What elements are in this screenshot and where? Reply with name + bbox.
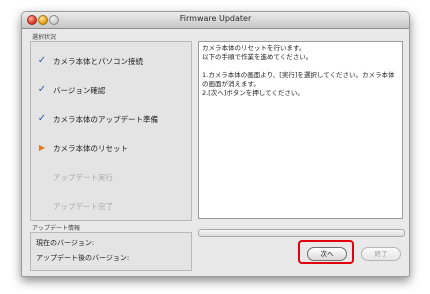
step-run-update: アップデート実行 (31, 171, 191, 183)
window-title: Firmware Updater (179, 14, 252, 23)
title-bar[interactable]: Firmware Updater (22, 12, 409, 29)
step-label: アップデート実行 (53, 173, 113, 182)
step-label: カメラ本体とパソコン接続 (53, 57, 143, 66)
check-icon: ✓ (37, 113, 47, 124)
step-label: カメラ本体のリセット (53, 144, 128, 153)
updated-version-label: アップデート後のバージョン: (36, 254, 130, 262)
step-label: カメラ本体のアップデート準備 (53, 115, 158, 124)
step-connect-camera: ✓ カメラ本体とパソコン接続 (31, 55, 191, 67)
message-line: カメラ本体のリセットを行います。 (202, 44, 306, 52)
quit-button[interactable]: 終了 (361, 247, 401, 261)
steps-panel: ✓ カメラ本体とパソコン接続 ✓ バージョン確認 ✓ カメラ本体のアップデート準… (30, 41, 192, 221)
message-line: 1.カメラ本体の画面より、[実行]を選択してください。カメラ本体の画面が消えます… (202, 71, 395, 88)
instruction-text-area[interactable]: カメラ本体のリセットを行います。 以下の手順で作業を進めてください。 1.カメラ… (198, 41, 403, 219)
step-version-check: ✓ バージョン確認 (31, 84, 191, 96)
message-line: 以下の手順で作業を進めてください。 (202, 53, 313, 61)
message-line: 2.[次へ]ボタンを押してください。 (202, 89, 304, 97)
progress-bar (198, 229, 405, 237)
check-icon: ✓ (37, 55, 47, 66)
check-icon: ✓ (37, 84, 47, 95)
update-info-section-label: アップデート情報 (32, 225, 81, 232)
firmware-updater-window: Firmware Updater 選択状況 ✓ カメラ本体とパソコン接続 ✓ バ… (21, 11, 410, 277)
step-label: アップデート完了 (53, 202, 113, 211)
step-update-complete: アップデート完了 (31, 200, 191, 212)
step-label: バージョン確認 (53, 86, 106, 95)
arrow-right-icon: ▶ (38, 143, 46, 152)
update-info-panel: 現在のバージョン: アップデート後のバージョン: (30, 232, 192, 271)
step-camera-reset: ▶ カメラ本体のリセット (31, 142, 191, 154)
steps-section-label: 選択状況 (32, 34, 57, 41)
current-version-label: 現在のバージョン: (36, 239, 95, 247)
next-button[interactable]: 次へ (307, 247, 347, 261)
step-update-preparation: ✓ カメラ本体のアップデート準備 (31, 113, 191, 125)
